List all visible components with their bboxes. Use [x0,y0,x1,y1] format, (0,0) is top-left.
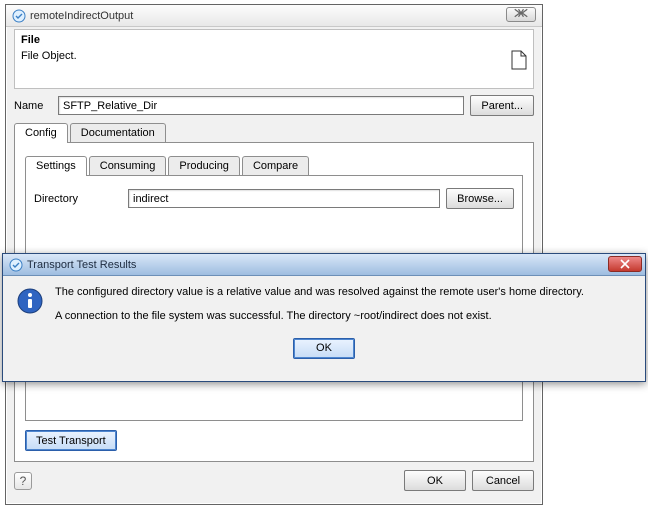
transport-test-dialog: Transport Test Results The configured di… [2,253,646,382]
info-icon [17,288,43,314]
modal-line1: The configured directory value is a rela… [55,286,584,300]
title-bar: remoteIndirectOutput [6,5,542,27]
app-icon [9,258,23,272]
modal-ok-button[interactable]: OK [293,338,355,359]
window-title: remoteIndirectOutput [30,10,133,22]
close-icon[interactable] [506,7,536,22]
app-icon [12,9,26,23]
file-header: File [21,34,527,46]
browse-button[interactable]: Browse... [446,188,514,209]
name-row: Name Parent... [14,95,534,116]
ok-button[interactable]: OK [404,470,466,491]
modal-line2: A connection to the file system was succ… [55,310,584,324]
modal-message: The configured directory value is a rela… [55,286,584,334]
tab-compare[interactable]: Compare [242,156,309,176]
file-section: File File Object. [14,29,534,89]
tab-settings[interactable]: Settings [25,156,87,176]
tab-config[interactable]: Config [14,123,68,143]
document-icon [511,50,527,70]
tab-producing[interactable]: Producing [168,156,240,176]
bottom-bar: ? OK Cancel [6,462,542,499]
cancel-button[interactable]: Cancel [472,470,534,491]
file-description: File Object. [21,50,77,62]
outer-tab-strip: Config Documentation [14,120,534,142]
test-transport-button[interactable]: Test Transport [25,430,117,451]
help-icon[interactable]: ? [14,472,32,490]
tab-documentation[interactable]: Documentation [70,123,166,143]
inner-tab-strip: Settings Consuming Producing Compare [25,153,523,175]
close-icon[interactable] [608,256,642,272]
directory-input[interactable] [128,189,440,208]
directory-label: Directory [34,193,122,205]
name-input[interactable] [58,96,464,115]
modal-title-bar: Transport Test Results [3,254,645,276]
tab-consuming[interactable]: Consuming [89,156,167,176]
directory-row: Directory Browse... [34,188,514,209]
modal-title: Transport Test Results [27,259,136,271]
name-label: Name [14,100,52,112]
modal-body: The configured directory value is a rela… [3,276,645,338]
parent-button[interactable]: Parent... [470,95,534,116]
